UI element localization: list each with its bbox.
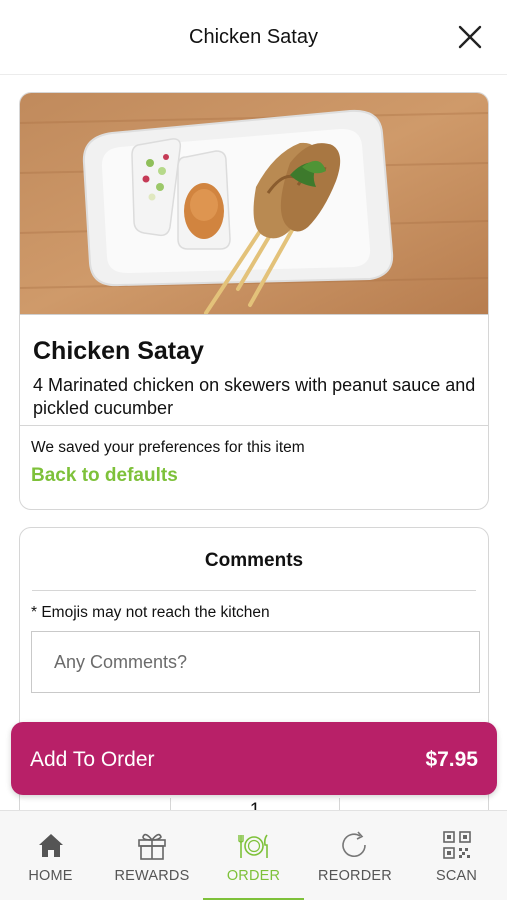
nav-item-rewards[interactable]: REWARDS (101, 811, 203, 900)
item-description: 4 Marinated chicken on skewers with pean… (33, 375, 476, 418)
qr-code-icon (442, 831, 471, 859)
nav-item-order[interactable]: ORDER (203, 811, 304, 900)
order-price: $7.95 (425, 748, 478, 771)
refresh-icon (342, 831, 366, 857)
bottom-nav: HOME REWARDS ORDER REORDER SCAN (0, 810, 507, 900)
divider (32, 590, 476, 591)
add-to-order-label: Add To Order (30, 748, 155, 771)
divider (20, 425, 488, 426)
back-to-defaults-link[interactable]: Back to defaults (31, 465, 178, 487)
close-icon (458, 25, 482, 49)
nav-item-home[interactable]: HOME (0, 811, 101, 900)
nav-item-scan[interactable]: SCAN (406, 811, 507, 900)
nav-item-reorder[interactable]: REORDER (304, 811, 406, 900)
item-name: Chicken Satay (33, 337, 204, 365)
gift-icon (138, 833, 166, 860)
close-button[interactable] (457, 24, 483, 50)
emoji-note: * Emojis may not reach the kitchen (31, 604, 270, 621)
header: Chicken Satay (0, 0, 507, 75)
nav-label-rewards: REWARDS (114, 868, 190, 884)
preferences-note: We saved your preferences for this item (31, 439, 305, 456)
add-to-order-button[interactable]: Add To Order $7.95 (11, 722, 497, 795)
item-card: Chicken Satay 4 Marinated chicken on ske… (19, 92, 489, 510)
nav-label-scan: SCAN (435, 868, 478, 884)
page-title: Chicken Satay (189, 26, 318, 48)
nav-label-reorder: REORDER (318, 868, 392, 884)
comments-title: Comments (204, 550, 304, 571)
nav-label-home: HOME (28, 868, 73, 884)
plate-cutlery-icon (237, 834, 268, 858)
comments-input[interactable] (31, 631, 480, 693)
home-icon (38, 834, 63, 857)
item-photo (20, 93, 488, 315)
comments-card: Comments * Emojis may not reach the kitc… (19, 527, 489, 857)
nav-label-order: ORDER (226, 868, 281, 884)
